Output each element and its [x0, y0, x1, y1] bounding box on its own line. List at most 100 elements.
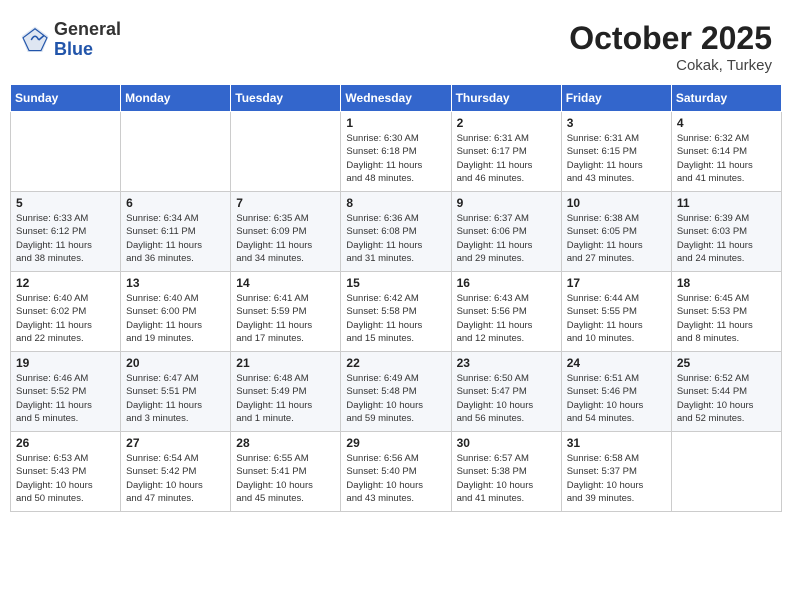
day-number: 18: [677, 276, 776, 290]
day-number: 30: [457, 436, 556, 450]
day-of-week-header: Wednesday: [341, 85, 451, 112]
calendar-week-row: 1 Sunrise: 6:30 AM Sunset: 6:18 PM Daylig…: [11, 112, 782, 192]
calendar-day-cell: [671, 432, 781, 512]
day-number: 31: [567, 436, 666, 450]
day-number: 13: [126, 276, 225, 290]
day-info: Sunrise: 6:40 AM Sunset: 6:02 PM Dayligh…: [16, 292, 115, 345]
day-info: Sunrise: 6:51 AM Sunset: 5:46 PM Dayligh…: [567, 372, 666, 425]
calendar-day-cell: 21 Sunrise: 6:48 AM Sunset: 5:49 PM Dayli…: [231, 352, 341, 432]
calendar-day-cell: 7 Sunrise: 6:35 AM Sunset: 6:09 PM Daylig…: [231, 192, 341, 272]
day-number: 2: [457, 116, 556, 130]
day-info: Sunrise: 6:53 AM Sunset: 5:43 PM Dayligh…: [16, 452, 115, 505]
title-block: October 2025 Cokak, Turkey: [569, 20, 772, 74]
day-info: Sunrise: 6:35 AM Sunset: 6:09 PM Dayligh…: [236, 212, 335, 265]
day-number: 12: [16, 276, 115, 290]
logo-text: General Blue: [54, 20, 121, 60]
day-number: 4: [677, 116, 776, 130]
calendar-day-cell: [231, 112, 341, 192]
day-number: 24: [567, 356, 666, 370]
calendar-day-cell: 5Sunrise: 6:33 AM Sunset: 6:12 PM Daylig…: [11, 192, 121, 272]
day-number: 16: [457, 276, 556, 290]
day-number: 8: [346, 196, 445, 210]
calendar-day-cell: 20 Sunrise: 6:47 AM Sunset: 5:51 PM Dayli…: [121, 352, 231, 432]
day-info: Sunrise: 6:55 AM Sunset: 5:41 PM Dayligh…: [236, 452, 335, 505]
calendar-day-cell: 3 Sunrise: 6:31 AM Sunset: 6:15 PM Daylig…: [561, 112, 671, 192]
day-number: 22: [346, 356, 445, 370]
day-number: 26: [16, 436, 115, 450]
calendar-day-cell: 22 Sunrise: 6:49 AM Sunset: 5:48 PM Dayli…: [341, 352, 451, 432]
calendar-week-row: 26 Sunrise: 6:53 AM Sunset: 5:43 PM Dayli…: [11, 432, 782, 512]
day-info: Sunrise: 6:52 AM Sunset: 5:44 PM Dayligh…: [677, 372, 776, 425]
day-number: 6: [126, 196, 225, 210]
calendar-table: SundayMondayTuesdayWednesdayThursdayFrid…: [10, 84, 782, 512]
day-number: 9: [457, 196, 556, 210]
calendar-day-cell: 1 Sunrise: 6:30 AM Sunset: 6:18 PM Daylig…: [341, 112, 451, 192]
calendar-day-cell: 26 Sunrise: 6:53 AM Sunset: 5:43 PM Dayli…: [11, 432, 121, 512]
calendar-header-row: SundayMondayTuesdayWednesdayThursdayFrid…: [11, 85, 782, 112]
day-of-week-header: Saturday: [671, 85, 781, 112]
calendar-week-row: 19Sunrise: 6:46 AM Sunset: 5:52 PM Dayli…: [11, 352, 782, 432]
day-info: Sunrise: 6:30 AM Sunset: 6:18 PM Dayligh…: [346, 132, 445, 185]
day-number: 15: [346, 276, 445, 290]
day-info: Sunrise: 6:31 AM Sunset: 6:15 PM Dayligh…: [567, 132, 666, 185]
day-number: 27: [126, 436, 225, 450]
calendar-day-cell: 11Sunrise: 6:39 AM Sunset: 6:03 PM Dayli…: [671, 192, 781, 272]
day-info: Sunrise: 6:58 AM Sunset: 5:37 PM Dayligh…: [567, 452, 666, 505]
day-number: 10: [567, 196, 666, 210]
day-info: Sunrise: 6:36 AM Sunset: 6:08 PM Dayligh…: [346, 212, 445, 265]
day-of-week-header: Tuesday: [231, 85, 341, 112]
day-info: Sunrise: 6:56 AM Sunset: 5:40 PM Dayligh…: [346, 452, 445, 505]
day-info: Sunrise: 6:45 AM Sunset: 5:53 PM Dayligh…: [677, 292, 776, 345]
calendar-day-cell: 8 Sunrise: 6:36 AM Sunset: 6:08 PM Daylig…: [341, 192, 451, 272]
calendar-day-cell: 19Sunrise: 6:46 AM Sunset: 5:52 PM Dayli…: [11, 352, 121, 432]
calendar-day-cell: 18 Sunrise: 6:45 AM Sunset: 5:53 PM Dayli…: [671, 272, 781, 352]
day-info: Sunrise: 6:47 AM Sunset: 5:51 PM Dayligh…: [126, 372, 225, 425]
logo: General Blue: [20, 20, 121, 60]
day-number: 14: [236, 276, 335, 290]
calendar-day-cell: 13 Sunrise: 6:40 AM Sunset: 6:00 PM Dayli…: [121, 272, 231, 352]
calendar-day-cell: 25Sunrise: 6:52 AM Sunset: 5:44 PM Dayli…: [671, 352, 781, 432]
day-number: 1: [346, 116, 445, 130]
day-number: 23: [457, 356, 556, 370]
day-info: Sunrise: 6:34 AM Sunset: 6:11 PM Dayligh…: [126, 212, 225, 265]
day-info: Sunrise: 6:32 AM Sunset: 6:14 PM Dayligh…: [677, 132, 776, 185]
calendar-day-cell: 10 Sunrise: 6:38 AM Sunset: 6:05 PM Dayli…: [561, 192, 671, 272]
day-info: Sunrise: 6:37 AM Sunset: 6:06 PM Dayligh…: [457, 212, 556, 265]
day-number: 21: [236, 356, 335, 370]
day-number: 3: [567, 116, 666, 130]
calendar-day-cell: 9 Sunrise: 6:37 AM Sunset: 6:06 PM Daylig…: [451, 192, 561, 272]
calendar-day-cell: 28 Sunrise: 6:55 AM Sunset: 5:41 PM Dayli…: [231, 432, 341, 512]
calendar-week-row: 5Sunrise: 6:33 AM Sunset: 6:12 PM Daylig…: [11, 192, 782, 272]
day-info: Sunrise: 6:50 AM Sunset: 5:47 PM Dayligh…: [457, 372, 556, 425]
logo-general: General: [54, 20, 121, 40]
day-number: 7: [236, 196, 335, 210]
calendar-day-cell: 17 Sunrise: 6:44 AM Sunset: 5:55 PM Dayli…: [561, 272, 671, 352]
day-number: 17: [567, 276, 666, 290]
calendar-day-cell: 6 Sunrise: 6:34 AM Sunset: 6:11 PM Daylig…: [121, 192, 231, 272]
day-info: Sunrise: 6:46 AM Sunset: 5:52 PM Dayligh…: [16, 372, 115, 425]
month-title: October 2025: [569, 20, 772, 57]
calendar-day-cell: [11, 112, 121, 192]
day-info: Sunrise: 6:54 AM Sunset: 5:42 PM Dayligh…: [126, 452, 225, 505]
day-of-week-header: Friday: [561, 85, 671, 112]
day-info: Sunrise: 6:57 AM Sunset: 5:38 PM Dayligh…: [457, 452, 556, 505]
day-of-week-header: Thursday: [451, 85, 561, 112]
day-info: Sunrise: 6:40 AM Sunset: 6:00 PM Dayligh…: [126, 292, 225, 345]
day-info: Sunrise: 6:43 AM Sunset: 5:56 PM Dayligh…: [457, 292, 556, 345]
calendar-day-cell: 31 Sunrise: 6:58 AM Sunset: 5:37 PM Dayli…: [561, 432, 671, 512]
day-info: Sunrise: 6:38 AM Sunset: 6:05 PM Dayligh…: [567, 212, 666, 265]
day-info: Sunrise: 6:33 AM Sunset: 6:12 PM Dayligh…: [16, 212, 115, 265]
day-number: 20: [126, 356, 225, 370]
calendar-day-cell: 15 Sunrise: 6:42 AM Sunset: 5:58 PM Dayli…: [341, 272, 451, 352]
calendar-day-cell: 14Sunrise: 6:41 AM Sunset: 5:59 PM Dayli…: [231, 272, 341, 352]
day-info: Sunrise: 6:42 AM Sunset: 5:58 PM Dayligh…: [346, 292, 445, 345]
day-info: Sunrise: 6:48 AM Sunset: 5:49 PM Dayligh…: [236, 372, 335, 425]
calendar-day-cell: 4 Sunrise: 6:32 AM Sunset: 6:14 PM Daylig…: [671, 112, 781, 192]
calendar-day-cell: 29Sunrise: 6:56 AM Sunset: 5:40 PM Dayli…: [341, 432, 451, 512]
day-number: 28: [236, 436, 335, 450]
day-info: Sunrise: 6:49 AM Sunset: 5:48 PM Dayligh…: [346, 372, 445, 425]
day-info: Sunrise: 6:44 AM Sunset: 5:55 PM Dayligh…: [567, 292, 666, 345]
calendar-day-cell: 12 Sunrise: 6:40 AM Sunset: 6:02 PM Dayli…: [11, 272, 121, 352]
day-info: Sunrise: 6:39 AM Sunset: 6:03 PM Dayligh…: [677, 212, 776, 265]
day-of-week-header: Monday: [121, 85, 231, 112]
